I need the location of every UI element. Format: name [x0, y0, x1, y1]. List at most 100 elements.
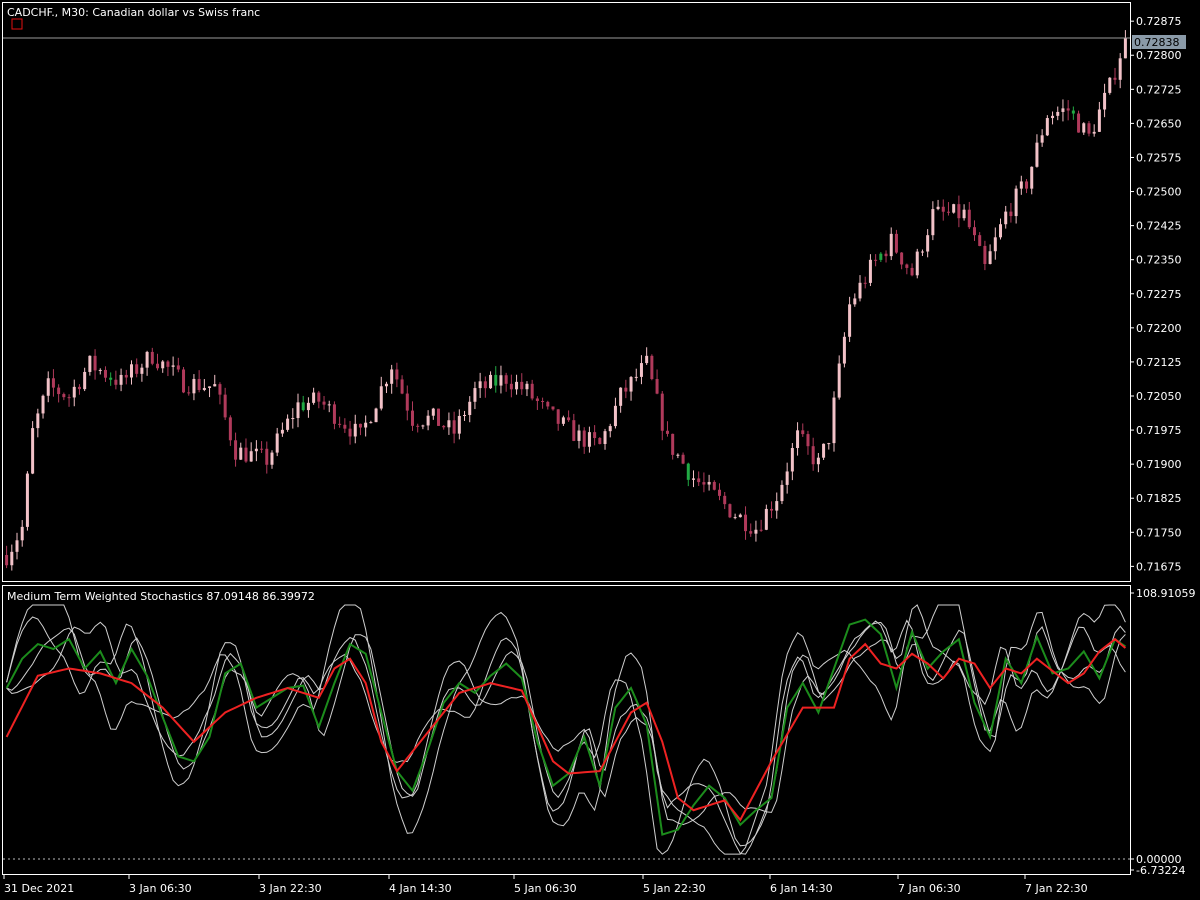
candle-body	[1035, 142, 1039, 167]
candle	[598, 437, 602, 445]
candle-body	[561, 417, 565, 424]
candle-body	[156, 363, 160, 369]
chart-title: CADCHF., M30: Canadian dollar vs Swiss f…	[7, 6, 260, 19]
indicator-label: Medium Term Weighted Stochastics 87.0914…	[7, 590, 315, 603]
candle-body	[530, 383, 534, 399]
time-axis-label: 5 Jan 22:30	[643, 882, 706, 895]
candle-body	[650, 355, 654, 380]
candle-body	[390, 369, 394, 384]
candle-body	[853, 298, 857, 305]
candle	[374, 407, 378, 423]
candle-body	[291, 418, 295, 420]
candle-body	[619, 387, 623, 406]
candle-body	[468, 401, 472, 416]
candle-body	[900, 252, 904, 265]
candle-body	[1040, 135, 1044, 143]
time-axis-label: 4 Jan 14:30	[389, 882, 452, 895]
price-axis-label: 0.72350	[1136, 254, 1182, 267]
candle-body	[379, 386, 383, 409]
candle-body	[712, 481, 716, 490]
candle-body	[348, 428, 352, 437]
candle-body	[946, 211, 950, 213]
candle-body	[967, 209, 971, 228]
candle-body	[665, 430, 669, 434]
candle-body	[1061, 108, 1065, 112]
candle-body	[36, 413, 40, 429]
candle-body	[926, 235, 930, 252]
candle-body	[5, 555, 9, 566]
candle-body	[936, 206, 940, 210]
candle-body	[827, 443, 831, 445]
candle-body	[254, 448, 258, 452]
time-axis-label: 31 Dec 2021	[4, 882, 74, 895]
candle-body	[384, 383, 388, 387]
candle-body	[77, 386, 81, 390]
candle-body	[1092, 131, 1096, 134]
candle-body	[1103, 92, 1107, 110]
candle-body	[437, 408, 441, 426]
candle-body	[447, 420, 451, 428]
candle-body	[816, 457, 820, 465]
candle-body	[848, 304, 852, 337]
candle-body	[868, 259, 872, 283]
price-axis-label: 0.72275	[1136, 288, 1182, 301]
candle-body	[286, 418, 290, 430]
candle-body	[103, 369, 107, 378]
price-axis-label: 0.72200	[1136, 322, 1182, 335]
candle-body	[135, 364, 139, 374]
candle-body	[275, 433, 279, 453]
candle-body	[31, 428, 35, 474]
candle	[1045, 115, 1049, 137]
price-axis-label: 0.72650	[1136, 117, 1182, 130]
candle-body	[46, 378, 50, 396]
candle-body	[1030, 166, 1034, 189]
candle-body	[93, 355, 97, 371]
candle-body	[15, 540, 19, 552]
candle-body	[1014, 188, 1018, 217]
candle-body	[504, 375, 508, 384]
candle-body	[754, 529, 758, 534]
candle-body	[343, 424, 347, 429]
candle-body	[1108, 77, 1112, 93]
candle-body	[1113, 77, 1117, 80]
candle-body	[749, 531, 753, 534]
candle-body	[718, 489, 722, 496]
candle-body	[999, 224, 1003, 238]
price-axis-label: 0.72125	[1136, 356, 1182, 369]
candle-body	[894, 233, 898, 253]
candle-body	[213, 384, 217, 387]
candle-body	[57, 387, 61, 395]
candle-body	[676, 454, 680, 456]
candle	[915, 248, 919, 279]
current-price-label: 0.72838	[1134, 36, 1180, 49]
candle-body	[296, 402, 300, 419]
candle-body	[744, 514, 748, 532]
candle-body	[202, 387, 206, 390]
candle-body	[140, 367, 144, 374]
candle-body	[161, 361, 165, 369]
candle-body	[931, 209, 935, 236]
candle-body	[863, 282, 867, 284]
candle-body	[697, 478, 701, 483]
candle-body	[322, 401, 326, 405]
candle-body	[489, 374, 493, 389]
candle-body	[686, 463, 690, 480]
time-axis-label: 7 Jan 22:30	[1025, 882, 1088, 895]
candle	[31, 421, 35, 475]
candle-body	[197, 378, 201, 390]
candle-body	[1009, 211, 1013, 217]
candle-body	[1004, 211, 1008, 225]
candle-body	[1051, 115, 1055, 119]
candle-body	[98, 369, 102, 371]
candle-body	[551, 406, 555, 410]
time-axis-label: 3 Jan 06:30	[129, 882, 192, 895]
candle-body	[260, 448, 264, 450]
candle-body	[457, 415, 461, 434]
candle-body	[62, 394, 66, 398]
price-axis-label: 0.72425	[1136, 220, 1182, 233]
time-axis-label: 3 Jan 22:30	[259, 882, 322, 895]
candle-body	[473, 388, 477, 402]
candle-body	[764, 508, 768, 530]
candle-body	[109, 377, 113, 380]
candle	[650, 354, 654, 381]
